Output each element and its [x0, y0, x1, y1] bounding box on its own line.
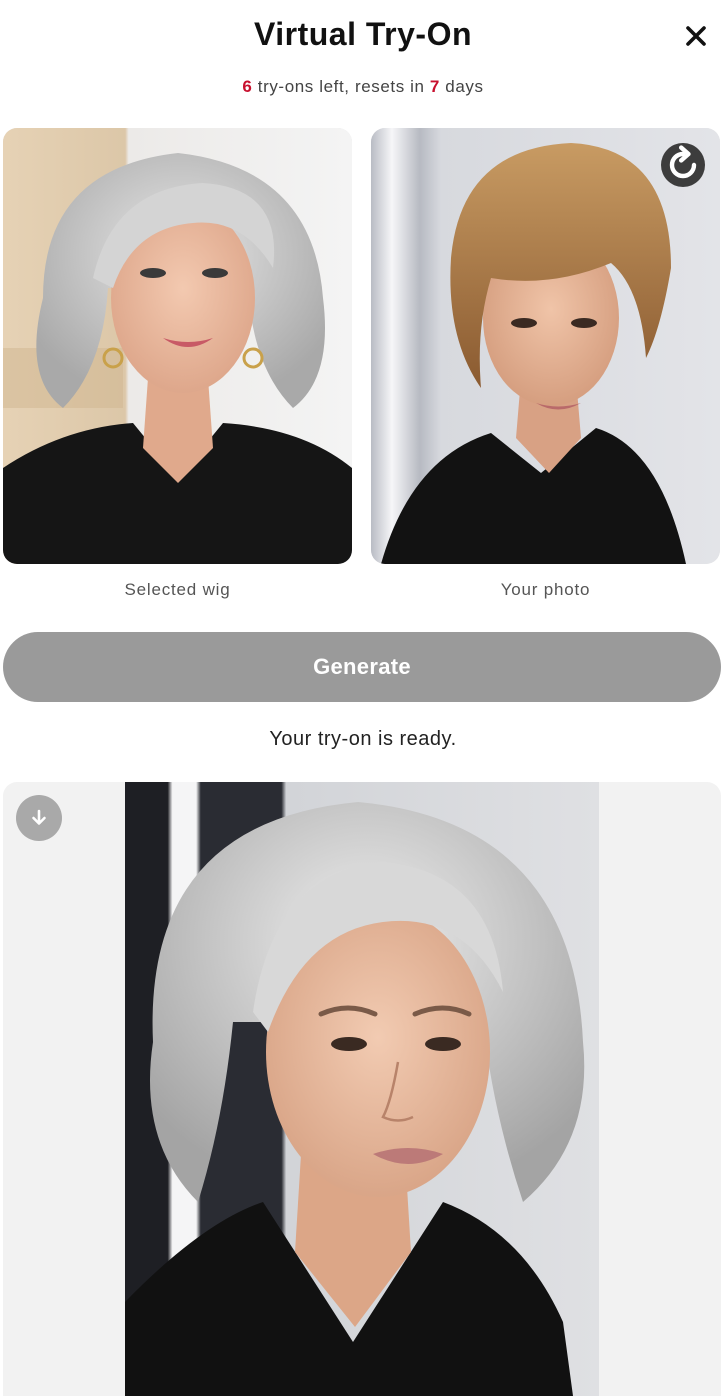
- user-photo-image[interactable]: [371, 128, 720, 564]
- quota-middle-text: try-ons left, resets in: [252, 77, 430, 96]
- close-icon: [686, 26, 706, 46]
- try-on-result-image: [125, 782, 599, 1396]
- user-photo: [371, 128, 720, 564]
- selected-wig-caption: Selected wig: [124, 580, 231, 599]
- quota-suffix: days: [439, 77, 484, 96]
- your-photo-caption: Your photo: [500, 580, 591, 599]
- remaining-count: 6: [242, 77, 253, 96]
- selected-wig-image[interactable]: [3, 128, 352, 564]
- refresh-icon: [669, 145, 697, 179]
- wig-model-photo: [3, 128, 352, 564]
- header: Virtual Try-On: [0, 0, 726, 70]
- refresh-photo-button[interactable]: [661, 143, 705, 187]
- page-title: Virtual Try-On: [253, 16, 472, 52]
- virtual-try-on-page: Virtual Try-On 6 try-ons left, resets in…: [0, 0, 726, 1396]
- reset-days: 7: [429, 77, 440, 96]
- download-icon: [32, 809, 46, 825]
- generate-button[interactable]: Generate: [3, 632, 721, 702]
- result-status-text: Your try-on is ready.: [269, 728, 457, 750]
- quota-status: 6 try-ons left, resets in 7 days: [0, 77, 726, 97]
- close-button[interactable]: [678, 18, 714, 54]
- try-on-result: [3, 782, 721, 1396]
- download-button[interactable]: [16, 795, 62, 841]
